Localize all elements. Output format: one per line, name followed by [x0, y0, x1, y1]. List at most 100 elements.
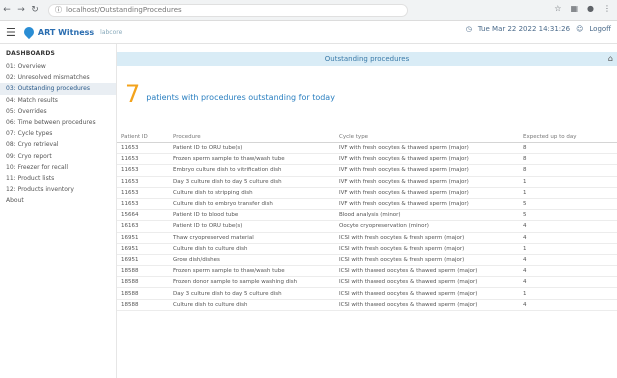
reload-icon[interactable]: ↻	[28, 5, 42, 15]
cell-procedure: Frozen sperm sample to thaw/wash tube	[169, 153, 335, 166]
cell-cycle-type: ICSI with thawed oocytes & thawed sperm …	[335, 287, 519, 300]
cell-patient-id: 16163	[117, 220, 169, 233]
hamburger-menu-icon[interactable]: ☰	[6, 26, 16, 39]
sidebar-item-outstanding-procedures[interactable]: 03: Outstanding procedures	[0, 83, 116, 95]
table-row[interactable]: 11653 Culture dish to stripping dish IVF w…	[117, 187, 617, 199]
table-row[interactable]: 16951 Thaw cryopreserved material ICSI wit…	[117, 232, 617, 244]
sidebar: DASHBOARDS 01: Overview 02: Unresolved m…	[0, 44, 117, 378]
sidebar-item-overrides[interactable]: 05: Overrides	[0, 106, 116, 117]
extension-icon[interactable]: ▦	[570, 4, 578, 13]
sidebar-item-unresolved-mismatches[interactable]: 02: Unresolved mismatches	[0, 72, 116, 83]
sidebar-item-products-inventory[interactable]: 12: Products inventory	[0, 184, 116, 195]
cell-cycle-type: ICSI with thawed oocytes & thawed sperm …	[335, 299, 519, 311]
column-header-patient-id[interactable]: Patient ID	[117, 132, 169, 143]
sidebar-title: DASHBOARDS	[6, 50, 56, 57]
cell-cycle-type: IVF with fresh oocytes & thawed sperm (m…	[335, 153, 519, 166]
cell-cycle-type: ICSI with fresh oocytes & fresh sperm (m…	[335, 254, 519, 267]
sidebar-item-about[interactable]: About	[0, 195, 116, 206]
cell-patient-id: 18588	[117, 299, 169, 311]
cell-cycle-type: ICSI with fresh oocytes & fresh sperm (m…	[335, 243, 519, 255]
column-header-procedure[interactable]: Procedure	[169, 132, 335, 143]
datetime: Tue Mar 22 2022 14:31:26	[477, 25, 571, 33]
cell-expected-day: 4	[519, 254, 617, 267]
cell-patient-id: 11653	[117, 176, 169, 188]
cell-procedure: Patient ID to ORU tube(s)	[169, 220, 335, 233]
cell-procedure: Grow dish/dishes	[169, 254, 335, 267]
cell-cycle-type: IVF with fresh oocytes & thawed sperm (m…	[335, 142, 519, 155]
table-row[interactable]: 11653 Patient ID to ORU tube(s) IVF with f…	[117, 142, 617, 155]
sidebar-item-cryo-report[interactable]: 09: Cryo report	[0, 151, 116, 162]
cell-cycle-type: ICSI with thawed oocytes & thawed sperm …	[335, 265, 519, 278]
sidebar-item-cryo-retrieval[interactable]: 08: Cryo retrieval	[0, 139, 116, 150]
sidebar-item-time-between[interactable]: 06: Time between procedures	[0, 117, 116, 128]
sidebar-item-cycle-types[interactable]: 07: Cycle types	[0, 128, 116, 139]
clock-icon: ◷	[465, 25, 472, 33]
back-icon[interactable]: ←	[0, 5, 14, 15]
cell-patient-id: 16951	[117, 243, 169, 255]
app-subtitle: labcore	[100, 28, 123, 36]
sidebar-item-overview[interactable]: 01: Overview	[0, 61, 116, 72]
cell-cycle-type: ICSI with thawed oocytes & thawed sperm …	[335, 276, 519, 289]
cell-cycle-type: IVF with fresh oocytes & thawed sperm (m…	[335, 198, 519, 211]
cell-patient-id: 16951	[117, 254, 169, 267]
cell-expected-day: 8	[519, 142, 617, 155]
table-row[interactable]: 11653 Day 3 culture dish to day 5 culture…	[117, 176, 617, 188]
app-header: ☰ ART Witness labcore ◷ Tue Mar 22 2022 …	[0, 21, 617, 44]
cell-procedure: Patient ID to ORU tube(s)	[169, 142, 335, 155]
column-header-expected-day[interactable]: Expected up to day	[519, 132, 617, 143]
table-row[interactable]: 11653 Frozen sperm sample to thaw/wash tu…	[117, 153, 617, 166]
procedures-table: Patient ID Procedure Cycle type Expected…	[117, 132, 617, 311]
cell-cycle-type: IVF with fresh oocytes & thawed sperm (m…	[335, 176, 519, 188]
cell-procedure: Culture dish to culture dish	[169, 299, 335, 311]
cell-cycle-type: Oocyte cryopreservation (minor)	[335, 220, 519, 233]
table-row[interactable]: 18588 Day 3 culture dish to day 5 culture…	[117, 287, 617, 300]
table-header-row: Patient ID Procedure Cycle type Expected…	[117, 132, 617, 143]
table-row[interactable]: 16951 Culture dish to culture dish ICSI wi…	[117, 243, 617, 255]
star-icon[interactable]: ☆	[554, 4, 561, 13]
table-row[interactable]: 16163 Patient ID to ORU tube(s) Oocyte cry…	[117, 220, 617, 233]
cell-procedure: Frozen sperm sample to thaw/wash tube	[169, 265, 335, 278]
url-text: localhost/OutstandingProcedures	[66, 6, 182, 14]
app-logo: ART Witness labcore	[21, 24, 123, 40]
logoff-link[interactable]: Logoff	[589, 25, 611, 33]
logo-drop-icon	[21, 24, 36, 40]
browser-actions: ☆ ▦ ● ⋮	[554, 4, 611, 13]
cell-patient-id: 18588	[117, 287, 169, 300]
summary-text: patients with procedures outstanding for…	[146, 92, 335, 102]
header-right: ◷ Tue Mar 22 2022 14:31:26 ☺ Logoff	[466, 25, 611, 33]
user-icon[interactable]: ☺	[576, 25, 583, 33]
table-row[interactable]: 18588 Culture dish to culture dish ICSI wi…	[117, 299, 617, 311]
cell-procedure: Culture dish to stripping dish	[169, 187, 335, 199]
table-row[interactable]: 11653 Culture dish to embryo transfer dis…	[117, 198, 617, 211]
table-row[interactable]: 18588 Frozen sperm sample to thaw/wash tu…	[117, 265, 617, 278]
info-icon: ⓘ	[55, 6, 62, 14]
panel-header: Outstanding procedures ⌂	[117, 52, 617, 66]
column-header-cycle-type[interactable]: Cycle type	[335, 132, 519, 143]
cell-procedure: Patient ID to blood tube	[169, 209, 335, 222]
cell-cycle-type: IVF with fresh oocytes & thawed sperm (m…	[335, 187, 519, 199]
lock-icon[interactable]: ⌂	[608, 54, 613, 63]
cell-patient-id: 18588	[117, 265, 169, 278]
cell-cycle-type: IVF with fresh oocytes & thawed sperm (m…	[335, 164, 519, 177]
cell-expected-day: 4	[519, 276, 617, 289]
table-row[interactable]: 18588 Frozen donor sample to sample washi…	[117, 276, 617, 289]
table-row[interactable]: 16951 Grow dish/dishes ICSI with fresh ooc…	[117, 254, 617, 267]
table-row[interactable]: 11653 Embryo culture dish to vitrificatio…	[117, 164, 617, 177]
cell-patient-id: 15664	[117, 209, 169, 222]
cell-patient-id: 18588	[117, 276, 169, 289]
profile-icon[interactable]: ●	[587, 4, 594, 13]
summary: 7 patients with procedures outstanding f…	[117, 80, 335, 108]
sidebar-item-freezer-recall[interactable]: 10: Freezer for recall	[0, 162, 116, 173]
sidebar-item-match-results[interactable]: 04: Match results	[0, 95, 116, 106]
menu-icon[interactable]: ⋮	[603, 4, 611, 13]
app-title: ART Witness	[37, 27, 95, 37]
cell-expected-day: 1	[519, 243, 617, 255]
cell-cycle-type: ICSI with fresh oocytes & fresh sperm (m…	[335, 232, 519, 244]
address-bar[interactable]: ⓘ localhost/OutstandingProcedures	[48, 3, 408, 17]
table-row[interactable]: 15664 Patient ID to blood tube Blood analy…	[117, 209, 617, 222]
browser-toolbar: ← → ↻ ⓘ localhost/OutstandingProcedures …	[0, 0, 617, 21]
sidebar-item-product-lists[interactable]: 11: Product lists	[0, 173, 116, 184]
cell-expected-day: 1	[519, 287, 617, 300]
cell-expected-day: 4	[519, 232, 617, 244]
forward-icon[interactable]: →	[14, 5, 28, 15]
